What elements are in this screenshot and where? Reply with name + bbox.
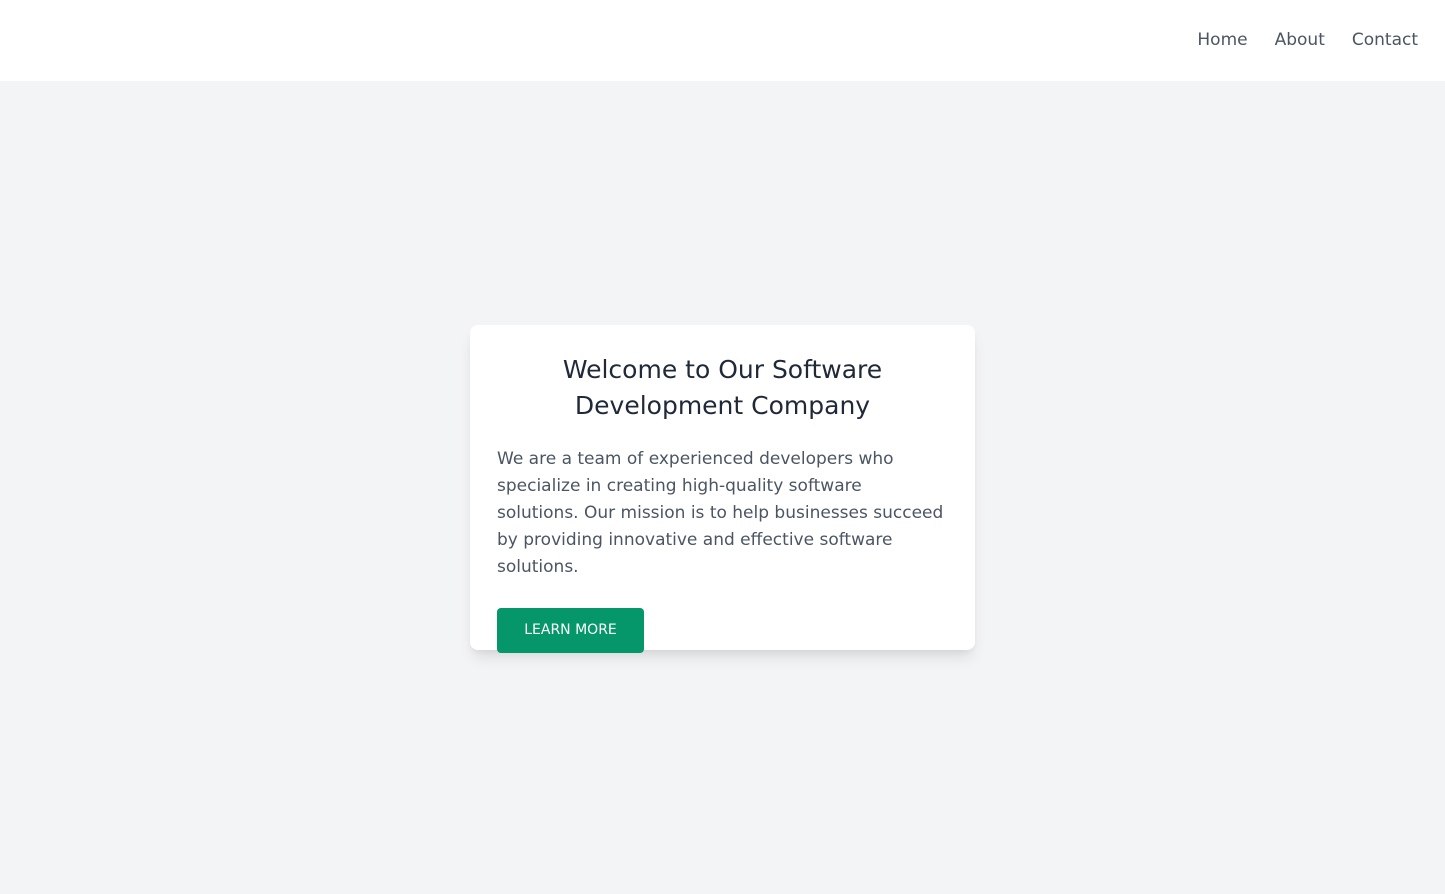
nav-link-contact[interactable]: Contact [1352,28,1418,52]
nav-link-home[interactable]: Home [1197,28,1247,52]
site-header: Home About Contact [0,0,1445,81]
learn-more-button[interactable]: LEARN MORE [497,608,644,653]
hero-description: We are a team of experienced developers … [497,449,944,577]
nav-link-about[interactable]: About [1275,28,1325,52]
main-nav: Home About Contact [1197,28,1418,52]
hero-card: Welcome to Our Software Development Comp… [470,325,975,653]
hero-title: Welcome to Our Software Development Comp… [562,355,883,420]
